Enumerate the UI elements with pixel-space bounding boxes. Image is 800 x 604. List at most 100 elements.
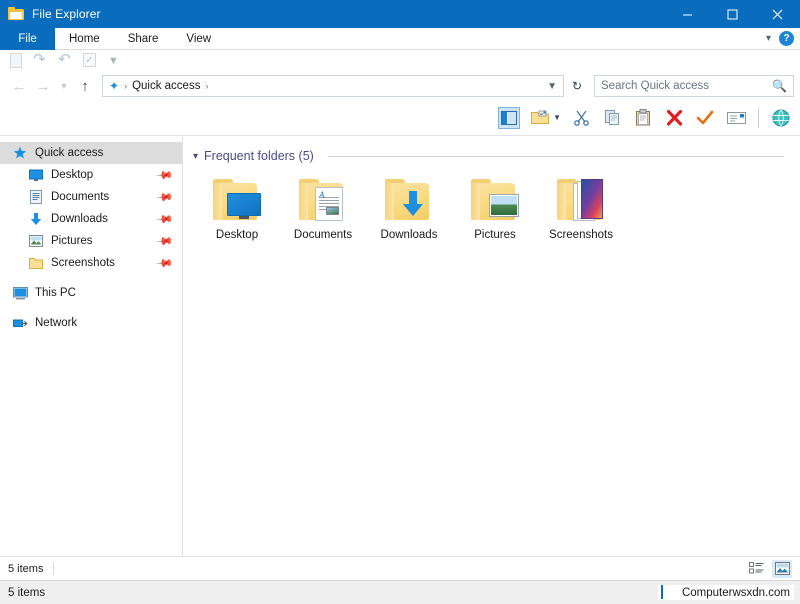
pin-icon[interactable]: 📌 (156, 254, 175, 273)
ribbon-right-controls: ▾ ? (766, 28, 800, 49)
redo-icon[interactable]: ↷ (33, 53, 49, 69)
customize-dropdown-icon[interactable]: ▼ (108, 53, 124, 69)
documents-folder-icon: A (297, 177, 349, 223)
undo-icon[interactable]: ↶ (58, 53, 74, 69)
window-controls (665, 0, 800, 28)
pin-icon[interactable]: 📌 (156, 188, 175, 207)
sidebar-item-label: Downloads (51, 213, 108, 225)
network-icon (12, 315, 28, 331)
main-area: Quick access Desktop 📌 Documents 📌 (0, 136, 800, 556)
sidebar-item-label: Documents (51, 191, 109, 203)
close-icon[interactable] (755, 0, 800, 28)
sidebar-item-quick-access[interactable]: Quick access (0, 142, 182, 164)
sidebar-item-label: This PC (35, 287, 76, 299)
back-arrow-icon[interactable]: ← (8, 75, 30, 97)
recent-locations-icon[interactable]: ▼ (56, 75, 72, 97)
sidebar-spacer (0, 274, 182, 282)
star-icon (12, 145, 28, 161)
cut-button[interactable] (570, 107, 592, 129)
monitor-icon (661, 586, 677, 599)
properties-icon[interactable] (8, 53, 24, 69)
title-bar: File Explorer (0, 0, 800, 28)
downloads-folder-icon (383, 177, 435, 223)
new-folder-icon[interactable]: ✓ (83, 53, 99, 69)
sidebar-item-pictures[interactable]: Pictures 📌 (0, 230, 182, 252)
chevron-down-icon[interactable]: ▼ (553, 113, 561, 122)
sidebar-item-desktop[interactable]: Desktop 📌 (0, 164, 182, 186)
folder-label: Downloads (381, 229, 438, 241)
sidebar-item-network[interactable]: Network (0, 312, 182, 334)
quick-access-star-icon: ✦ (109, 79, 119, 93)
search-icon[interactable]: 🔍 (772, 79, 787, 93)
folder-label: Documents (294, 229, 352, 241)
navigation-pane-button[interactable] (498, 107, 520, 129)
pin-icon[interactable]: 📌 (156, 210, 175, 229)
sidebar-item-screenshots[interactable]: Screenshots 📌 (0, 252, 182, 274)
breadcrumb-separator-2[interactable]: › (205, 81, 208, 91)
copy-button[interactable] (601, 107, 623, 129)
rename-button[interactable] (694, 107, 716, 129)
sidebar-item-this-pc[interactable]: This PC (0, 282, 182, 304)
folder-item-pictures[interactable]: Pictures (459, 177, 531, 241)
new-folder-icon[interactable] (529, 107, 551, 129)
folder-item-screenshots[interactable]: Screenshots (545, 177, 617, 241)
group-divider (328, 156, 784, 157)
folder-label: Screenshots (549, 229, 613, 241)
folder-icon (8, 6, 24, 22)
folder-item-documents[interactable]: A Documents (287, 177, 359, 241)
pin-icon[interactable]: 📌 (156, 166, 175, 185)
pictures-icon (28, 233, 44, 249)
help-icon[interactable]: ? (779, 31, 794, 46)
sidebar-item-label: Quick access (35, 147, 103, 159)
tab-file[interactable]: File (0, 28, 55, 50)
folder-label: Desktop (216, 229, 258, 241)
this-pc-icon (12, 285, 28, 301)
frequent-folders-header[interactable]: ▾ Frequent folders (5) (183, 136, 800, 163)
bottom-bar: 5 items Computerwsxdn.com (0, 580, 800, 604)
window-title: File Explorer (32, 7, 101, 21)
folder-item-desktop[interactable]: Desktop (201, 177, 273, 241)
screenshots-folder-icon (28, 255, 44, 271)
internet-button[interactable] (770, 107, 792, 129)
tab-home[interactable]: Home (55, 28, 114, 50)
sidebar-item-label: Network (35, 317, 77, 329)
sidebar-item-label: Desktop (51, 169, 93, 181)
search-placeholder: Search Quick access (601, 80, 709, 92)
chevron-down-icon[interactable]: ▼ (547, 81, 557, 92)
address-input[interactable]: ✦ › Quick access › ▼ (102, 75, 564, 97)
sidebar-item-downloads[interactable]: Downloads 📌 (0, 208, 182, 230)
file-explorer-window: File Explorer File Home Share View ▾ ? ↷… (0, 0, 800, 604)
breadcrumb-path[interactable]: Quick access (132, 80, 200, 92)
tab-share[interactable]: Share (114, 28, 173, 50)
new-folder-button[interactable]: ▼ (529, 107, 561, 129)
refresh-icon[interactable]: ↻ (566, 75, 588, 97)
large-icons-view-button[interactable] (772, 560, 792, 578)
file-list-pane[interactable]: ▾ Frequent folders (5) Desktop (183, 136, 800, 556)
properties-button[interactable] (725, 107, 747, 129)
quick-access-toolbar: ↷ ↶ ✓ ▼ (0, 50, 800, 72)
sidebar-spacer-2 (0, 304, 182, 312)
forward-arrow-icon[interactable]: → (32, 75, 54, 97)
chevron-down-icon[interactable]: ▾ (766, 34, 771, 44)
details-view-button[interactable] (746, 560, 766, 578)
screenshots-folder-icon (555, 177, 607, 223)
maximize-icon[interactable] (710, 0, 755, 28)
paste-button[interactable] (632, 107, 654, 129)
sidebar-item-label: Screenshots (51, 257, 115, 269)
documents-icon (28, 189, 44, 205)
desktop-icon (28, 167, 44, 183)
watermark-text: Computerwsxdn.com (682, 587, 790, 599)
sidebar-item-documents[interactable]: Documents 📌 (0, 186, 182, 208)
status-separator (53, 562, 54, 575)
tab-view[interactable]: View (172, 28, 225, 50)
folder-item-downloads[interactable]: Downloads (373, 177, 445, 241)
group-title: Frequent folders (5) (204, 149, 314, 163)
delete-button[interactable] (663, 107, 685, 129)
watermark: Computerwsxdn.com (658, 585, 794, 600)
search-input[interactable]: Search Quick access 🔍 (594, 75, 794, 97)
chevron-down-icon[interactable]: ▾ (193, 151, 198, 162)
up-arrow-icon[interactable]: ↑ (74, 75, 96, 97)
pin-icon[interactable]: 📌 (156, 232, 175, 251)
ribbon-tab-bar: File Home Share View ▾ ? (0, 28, 800, 50)
minimize-icon[interactable] (665, 0, 710, 28)
